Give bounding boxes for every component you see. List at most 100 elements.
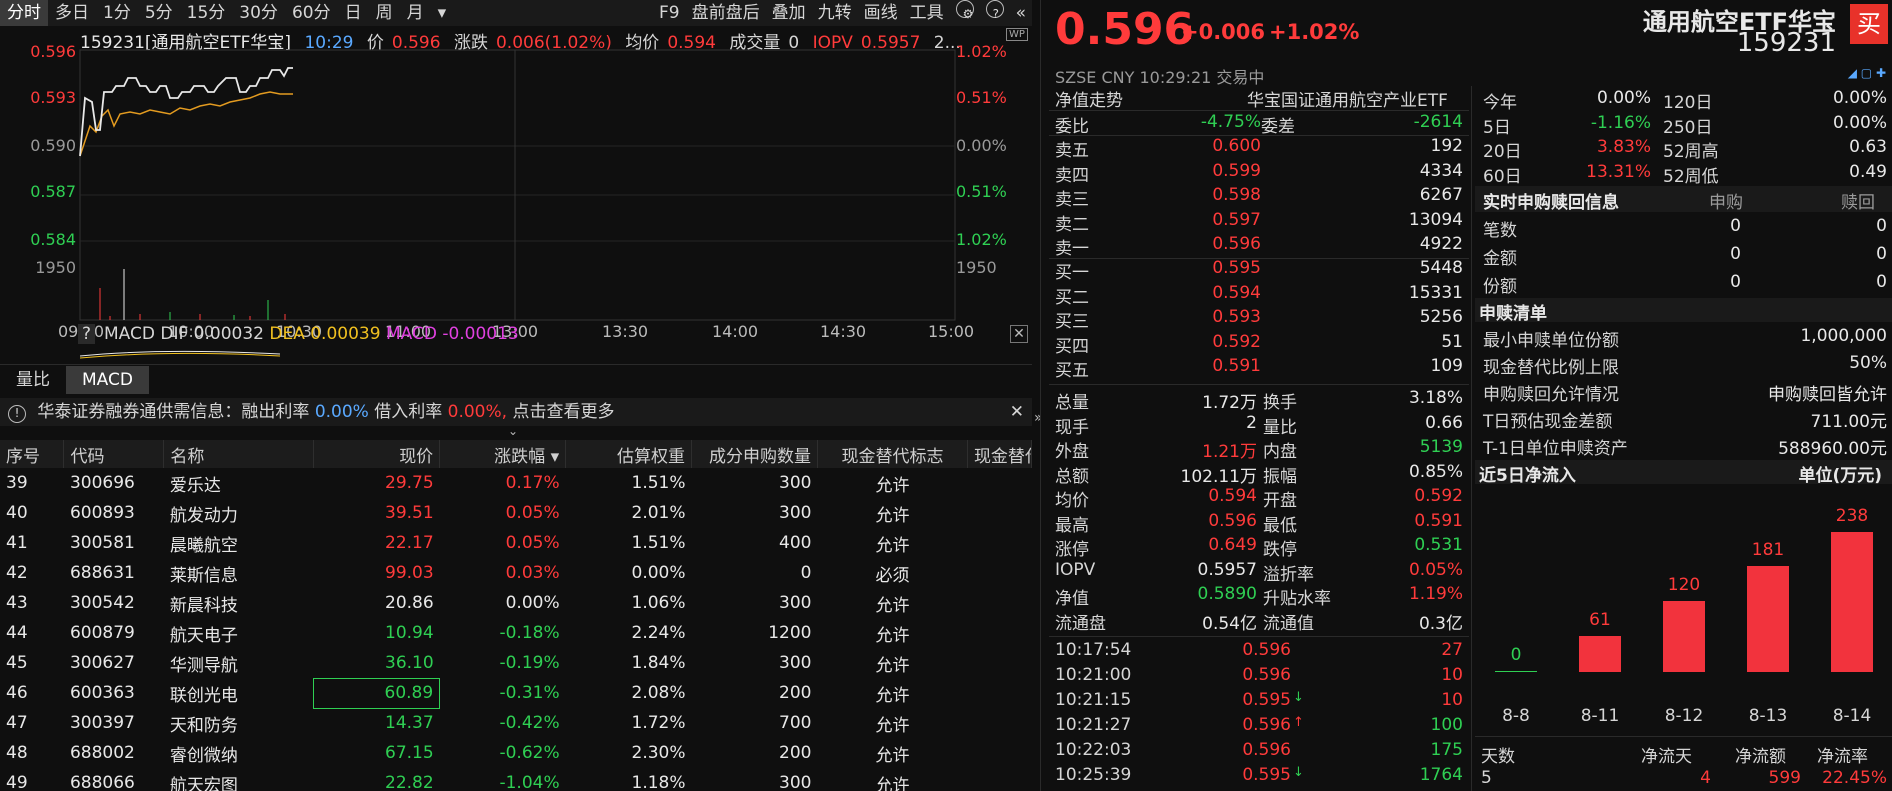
table-cell: 600879	[69, 623, 135, 643]
tab-week[interactable]: 周	[369, 0, 400, 26]
sg-label: 份额	[1483, 277, 1517, 297]
inflow-value: 120	[1667, 575, 1701, 596]
inflow-amount-label: 净流额	[1735, 747, 1786, 767]
table-cell: 300	[779, 593, 812, 613]
tab-intraday[interactable]: 分时	[0, 0, 48, 26]
tab-volume-ratio[interactable]: 量比	[0, 366, 66, 394]
list-label: 申购赎回允许情况	[1483, 385, 1619, 405]
list-value: 申购赎回皆允许	[1768, 385, 1887, 405]
close-icon[interactable]: ✕	[1010, 325, 1028, 343]
tick-time: 10:25:39	[1055, 765, 1132, 785]
creation-list-title: 申赎清单	[1479, 304, 1547, 324]
book-volume: 192	[1430, 136, 1463, 156]
table-cell: 40	[6, 503, 28, 523]
view-more-link[interactable]: 点击查看更多	[512, 402, 614, 422]
intraday-chart[interactable]: 0.596 0.593 0.590 0.587 0.584 1950 1.02%…	[0, 26, 1032, 341]
table-row[interactable]: 39 300696 爱乐达 29.75 0.17% 1.51% 300 允许	[0, 468, 1032, 498]
stat-value: 0.54亿	[1202, 613, 1257, 634]
col-weight[interactable]: 估算权重	[565, 440, 693, 468]
close-icon[interactable]: ✕	[1010, 398, 1024, 426]
wp-icon[interactable]: WP	[1006, 28, 1028, 41]
perf-label: 52周低	[1663, 166, 1719, 187]
y-left-tick: 0.584	[30, 230, 76, 249]
table-row[interactable]: 46 600363 联创光电 60.89 -0.31% 2.08% 200 允许	[0, 677, 1032, 709]
table-cell: 22.17	[385, 533, 434, 553]
sg-subscribe: 0	[1730, 272, 1741, 292]
tab-day[interactable]: 日	[338, 0, 369, 26]
collapse-icon[interactable]: «	[1010, 0, 1032, 26]
gear-icon[interactable]: ⚙	[950, 0, 980, 26]
table-row[interactable]: 41 300581 晨曦航空 22.17 0.05% 1.51% 400 允许	[0, 528, 1032, 558]
table-cell: 300	[779, 503, 812, 523]
tick-volume: 10	[1441, 690, 1463, 710]
col-name[interactable]: 名称	[163, 440, 315, 468]
table-cell: 60.89	[313, 677, 441, 709]
macd-dea: DEA 0.00039	[269, 324, 381, 344]
table-cell: 0	[800, 563, 812, 583]
tab-macd[interactable]: MACD	[66, 366, 149, 394]
table-cell: 20.86	[385, 593, 434, 613]
col-index[interactable]: 序号	[0, 440, 65, 468]
tick-price: 0.596	[1242, 715, 1291, 735]
tab-1min[interactable]: 1分	[96, 0, 138, 26]
table-row[interactable]: 44 600879 航天电子 10.94 -0.18% 2.24% 1200 允许	[0, 618, 1032, 648]
table-cell: 航发动力	[169, 505, 238, 526]
more-periods-button[interactable]: ▾	[431, 0, 454, 26]
table-cell: 300	[779, 653, 812, 673]
col-code[interactable]: 代码	[63, 440, 165, 468]
help-icon[interactable]: ?	[78, 324, 96, 344]
col-price[interactable]: 现价	[313, 440, 441, 468]
col-cash-flag[interactable]: 现金替代标志	[817, 440, 968, 468]
table-row[interactable]: 40 600893 航发动力 39.51 0.05% 2.01% 300 允许	[0, 498, 1032, 528]
col-qty[interactable]: 成分申购数量	[691, 440, 818, 468]
tab-month[interactable]: 月	[400, 0, 431, 26]
chevron-down-icon[interactable]: ⌄	[508, 424, 518, 438]
f9-button[interactable]: F9	[653, 0, 686, 26]
tab-multiday[interactable]: 多日	[48, 0, 96, 26]
tools-button[interactable]: 工具	[904, 0, 950, 26]
tab-30min[interactable]: 30分	[232, 0, 285, 26]
book-volume: 5448	[1419, 258, 1463, 278]
book-price: 0.593	[1212, 307, 1261, 327]
table-row[interactable]: 45 300627 华测导航 36.10 -0.19% 1.84% 300 允许	[0, 648, 1032, 678]
table-row[interactable]: 48 688002 睿创微纳 67.15 -0.62% 2.30% 200 允许	[0, 738, 1032, 768]
table-cell: 莱斯信息	[169, 565, 238, 586]
tab-5min[interactable]: 5分	[138, 0, 180, 26]
overlay-button[interactable]: 叠加	[766, 0, 812, 26]
inflow-bar	[1747, 565, 1789, 672]
indicator-tabs: 量比 MACD	[0, 366, 149, 394]
table-row[interactable]: 42 688631 莱斯信息 99.03 0.03% 0.00% 0 必须	[0, 558, 1032, 588]
subscription-title: 实时申购赎回信息	[1483, 193, 1619, 213]
stat-value: 0.3亿	[1418, 613, 1463, 634]
buy-button[interactable]: 买	[1850, 4, 1888, 44]
tab-60min[interactable]: 60分	[285, 0, 338, 26]
table-cell: 允许	[875, 745, 910, 766]
table-cell: 400	[779, 533, 812, 553]
margin-notice-bar[interactable]: ! 华泰证券融券通供需信息：融出利率 0.00% 借入利率 0.00%, 点击查…	[0, 398, 1032, 426]
inflow-value: 0	[1510, 645, 1522, 665]
tab-15min[interactable]: 15分	[180, 0, 233, 26]
inflow-title: 近5日净流入	[1479, 466, 1576, 486]
nine-turn-button[interactable]: 九转	[812, 0, 858, 26]
table-row[interactable]: 49 688066 航天宏图 22.82 -1.04% 1.18% 300 允许	[0, 768, 1032, 791]
tick-price: 0.596	[1242, 665, 1291, 685]
panel-controls-icon[interactable]: ◢ ▢ ✚	[1848, 66, 1886, 80]
nav-trend-label[interactable]: 净值走势	[1055, 86, 1123, 111]
draw-button[interactable]: 画线	[858, 0, 904, 26]
book-label: 买四	[1055, 336, 1089, 357]
help-icon[interactable]: ?	[980, 0, 1010, 26]
col-cash[interactable]: 现金替代	[967, 440, 1033, 468]
table-cell: 46	[6, 683, 28, 703]
inflow-date: 8-13	[1748, 706, 1788, 726]
macd-mini-chart	[80, 350, 281, 359]
inflow-date: 8-11	[1580, 706, 1620, 726]
table-cell: 45	[6, 653, 28, 673]
wb-label: 委比	[1055, 117, 1089, 137]
premarket-button[interactable]: 盘前盘后	[686, 0, 766, 26]
col-change[interactable]: 涨跌幅 ▾	[439, 440, 567, 468]
x-tick: 15:00	[928, 322, 975, 341]
table-cell: 600893	[69, 503, 135, 523]
table-row[interactable]: 47 300397 天和防务 14.37 -0.42% 1.72% 700 允许	[0, 708, 1032, 738]
table-row[interactable]: 43 300542 新晨科技 20.86 0.00% 1.06% 300 允许	[0, 588, 1032, 618]
stat-value: 1.19%	[1408, 584, 1463, 604]
